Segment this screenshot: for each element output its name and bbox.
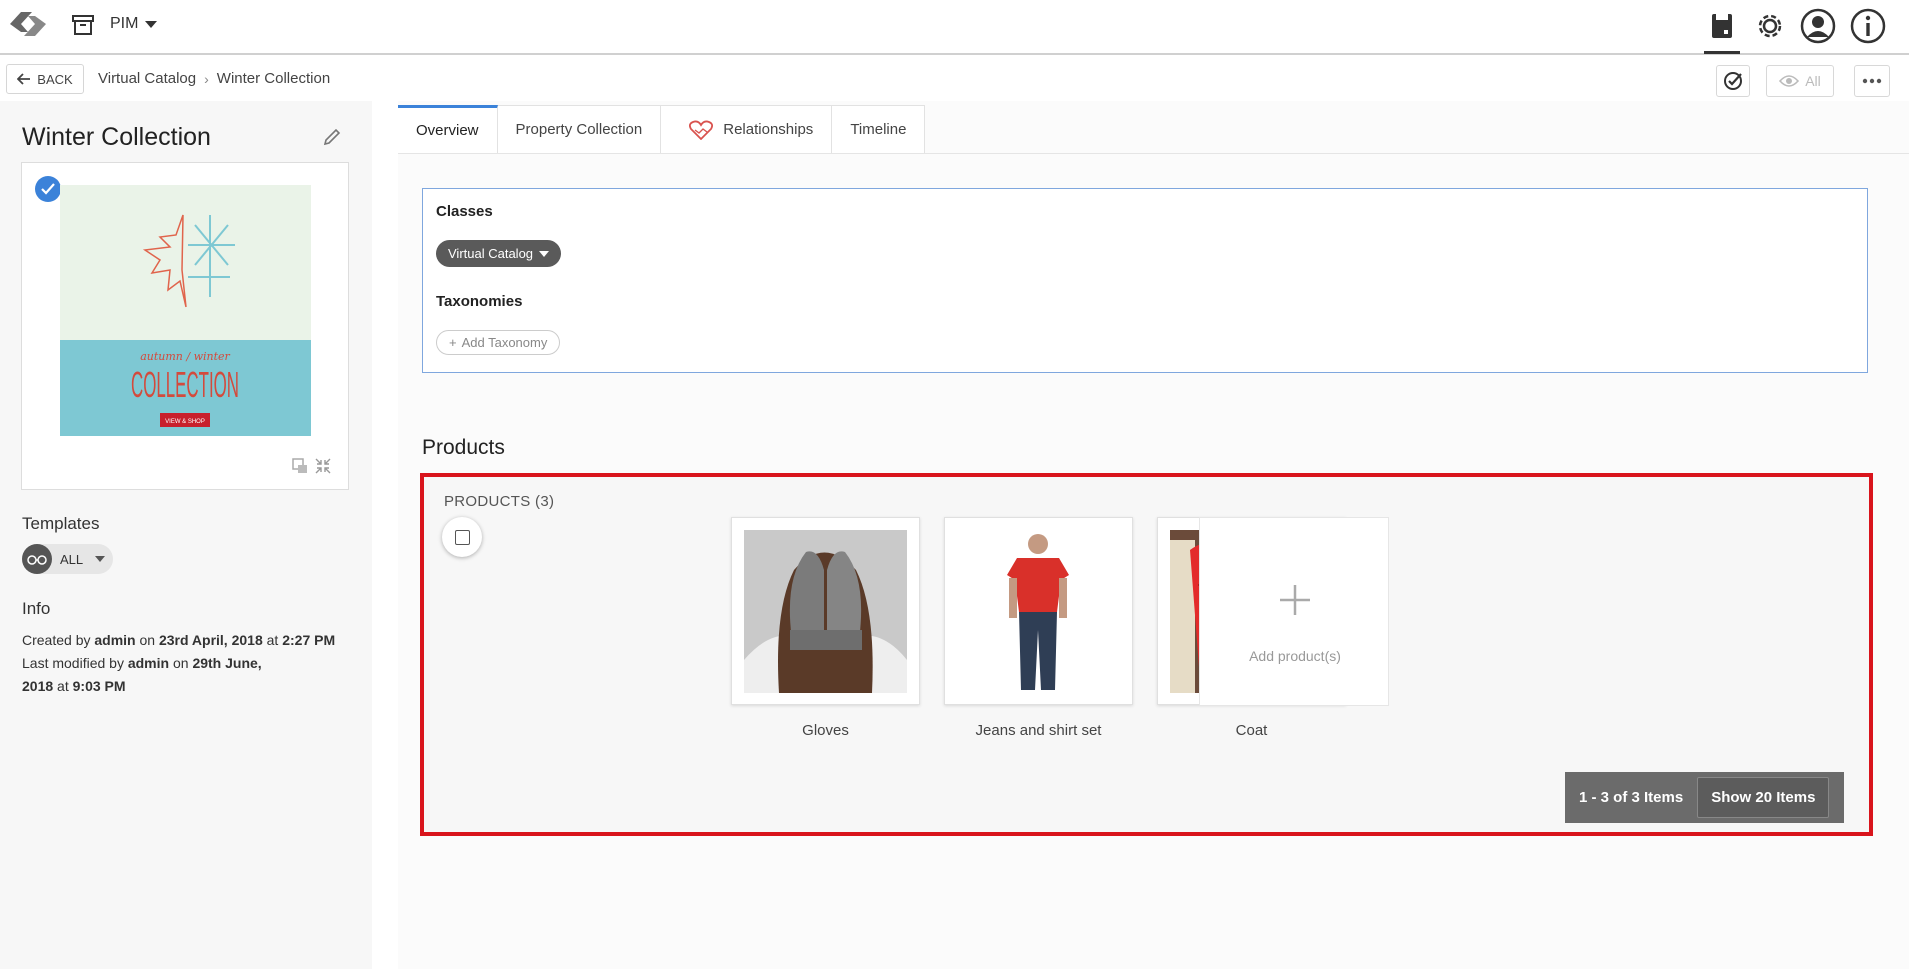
catalog-icon[interactable] <box>1704 8 1740 54</box>
product-card-jeans-shirt[interactable] <box>944 517 1133 705</box>
eye-icon <box>1779 75 1800 87</box>
sub-toolbar: BACK Virtual Catalog › Winter Collection… <box>0 57 1909 101</box>
image-replace-icon[interactable] <box>291 457 309 475</box>
created-user: admin <box>94 632 136 648</box>
gear-icon[interactable] <box>1752 8 1788 44</box>
back-button[interactable]: BACK <box>6 64 84 94</box>
product-name-coat: Coat <box>1235 722 1268 739</box>
modified-user: admin <box>127 655 170 671</box>
breadcrumb: Virtual Catalog › Winter Collection <box>98 70 330 87</box>
view-filter-button[interactable]: All <box>1766 65 1834 97</box>
pager-range: 1 - 3 of 3 Items <box>1579 789 1684 806</box>
classes-label: Classes <box>436 203 493 220</box>
info-label: Info <box>22 599 51 618</box>
template-value: ALL <box>60 551 84 567</box>
product-name-jeans-shirt: Jeans and shirt set <box>975 722 1102 739</box>
class-chip-virtual-catalog[interactable]: Virtual Catalog <box>436 240 562 267</box>
glasses-icon <box>22 544 52 574</box>
modified-time: 9:03 PM <box>72 678 126 694</box>
select-all-checkbox[interactable] <box>442 517 482 557</box>
tab-timeline[interactable]: Timeline <box>832 105 926 153</box>
chevron-right-icon: › <box>204 70 209 87</box>
tab-relationships[interactable]: Relationships <box>661 105 833 153</box>
tab-property-collection[interactable]: Property Collection <box>497 105 662 153</box>
chevron-down-icon <box>539 250 550 257</box>
chevron-down-icon <box>95 556 106 562</box>
pagination: 1 - 3 of 3 Items Show 20 Items <box>1565 772 1844 823</box>
check-circle-icon <box>1724 72 1742 90</box>
add-product-label: Add product(s) <box>1249 648 1341 664</box>
product-image-jeans-shirt <box>957 530 1120 693</box>
created-date: 23rd April, 2018 <box>158 632 263 648</box>
banner-cta: VIEW & SHOP <box>165 419 205 425</box>
products-heading: Products <box>422 436 505 459</box>
info-icon[interactable] <box>1850 8 1886 44</box>
logo-icon[interactable] <box>6 7 50 41</box>
archive-icon[interactable] <box>72 15 94 35</box>
classes-panel: Classes Virtual Catalog Taxonomies + Add… <box>422 188 1868 373</box>
templates-label: Templates <box>22 514 100 533</box>
created-time: 2:27 PM <box>282 632 336 648</box>
plus-icon <box>1280 585 1310 615</box>
top-bar: PIM <box>0 0 1909 55</box>
product-card-gloves[interactable] <box>731 517 920 705</box>
user-icon[interactable] <box>1800 8 1836 44</box>
add-taxonomy-button[interactable]: + Add Taxonomy <box>436 330 561 355</box>
info-details: Created by admin on 23rd April, 2018 at … <box>22 629 342 698</box>
banner-line1: autumn / winter <box>140 350 230 363</box>
view-filter-label: All <box>1805 73 1821 89</box>
taxonomies-label: Taxonomies <box>436 293 523 310</box>
banner-line2: COLLECTION <box>131 364 239 405</box>
products-count: PRODUCTS (3) <box>444 493 555 510</box>
more-options-button[interactable] <box>1854 65 1890 97</box>
selected-check-icon[interactable] <box>35 176 61 202</box>
asset-thumbnail-card[interactable]: autumn / winter COLLECTION VIEW & SHOP <box>21 162 349 490</box>
created-info: Created by admin on 23rd April, 2018 at … <box>22 632 336 648</box>
checklist-button[interactable] <box>1716 65 1750 97</box>
breadcrumb-item-current: Winter Collection <box>216 70 331 87</box>
left-panel: Winter Collection autumn / winter COLLEC… <box>0 101 372 969</box>
back-label: BACK <box>37 71 73 87</box>
product-image-gloves <box>744 530 907 693</box>
template-selector[interactable]: ALL <box>22 544 113 574</box>
chevron-down-icon[interactable] <box>145 21 157 28</box>
more-dots-icon <box>1862 78 1882 84</box>
tab-bar: Overview Property Collection Relationshi… <box>398 105 926 153</box>
modified-info: Last modified by admin on 29th June, 201… <box>22 655 262 694</box>
arrow-left-icon <box>17 73 31 85</box>
add-product-button[interactable]: Add product(s) <box>1199 517 1389 706</box>
tab-overview[interactable]: Overview <box>398 105 498 153</box>
module-label[interactable]: PIM <box>110 15 138 33</box>
tabs-divider <box>398 153 1909 154</box>
handshake-heart-icon <box>689 120 714 140</box>
products-section: PRODUCTS (3) Gloves Jeans and shirt set … <box>420 473 1873 836</box>
collapse-icon[interactable] <box>314 457 332 475</box>
plus-icon: + <box>449 335 457 350</box>
product-name-gloves: Gloves <box>802 722 849 739</box>
main-content: Overview Property Collection Relationshi… <box>398 101 1909 969</box>
breadcrumb-item-virtual-catalog[interactable]: Virtual Catalog <box>98 70 196 87</box>
page-size-button[interactable]: Show 20 Items <box>1697 777 1830 818</box>
collection-banner-image: autumn / winter COLLECTION VIEW & SHOP <box>60 185 311 436</box>
page-title: Winter Collection <box>22 123 211 151</box>
pencil-icon[interactable] <box>322 127 342 147</box>
